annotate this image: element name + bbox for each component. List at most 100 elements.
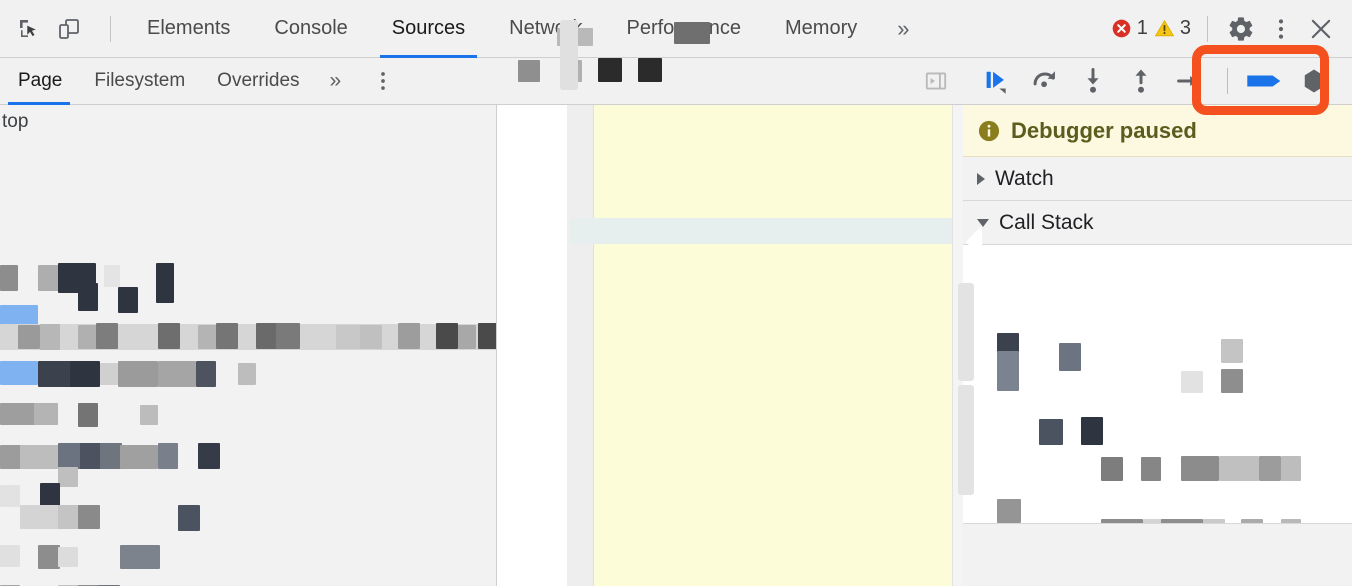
resume-script-execution-button[interactable] [975, 61, 1019, 101]
redacted-text-block [120, 545, 160, 569]
deactivate-breakpoints-button[interactable] [1244, 61, 1288, 101]
pause-on-exceptions-button[interactable] [1292, 61, 1336, 101]
redacted-text-block [276, 323, 300, 349]
redacted-text-block [158, 361, 196, 387]
redacted-text-block [38, 265, 60, 291]
debugger-toolbar [963, 58, 1352, 105]
redacted-text-block [178, 505, 200, 531]
redacted-text-block [156, 263, 174, 303]
redacted-text-block [100, 443, 122, 469]
panel-tabs: Elements Console Sources Network Perform… [125, 0, 927, 58]
redacted-text-block [256, 323, 278, 349]
redacted-text-block [118, 287, 138, 313]
watch-section-header[interactable]: Watch [963, 157, 1352, 201]
redacted-text-block [38, 361, 72, 387]
redacted-text-block [58, 443, 82, 469]
floating-handle-upper[interactable] [560, 20, 578, 90]
navigator-more-chevron-icon[interactable]: » [316, 69, 356, 93]
error-count: 1 [1136, 17, 1148, 39]
debugger-toolbar-divider [1227, 68, 1228, 94]
redacted-text-block [1181, 456, 1219, 481]
kebab-menu-icon[interactable] [1264, 12, 1298, 46]
tab-network[interactable]: Network [487, 0, 604, 58]
redacted-text-block [1059, 343, 1081, 371]
redacted-text-block [1221, 369, 1243, 393]
redacted-text-block [0, 265, 18, 291]
current-execution-line [570, 218, 963, 244]
editor-left-margin [497, 105, 569, 586]
redacted-text-block [70, 361, 100, 387]
inspect-element-icon[interactable] [16, 16, 42, 42]
watch-section-title: Watch [995, 166, 1054, 190]
redacted-text-block [0, 485, 20, 507]
redacted-text-block [0, 324, 496, 350]
step-over-button[interactable] [1023, 61, 1067, 101]
tab-memory[interactable]: Memory [763, 0, 879, 58]
redacted-text-block [1081, 417, 1103, 445]
redacted-text-block [118, 361, 158, 387]
step-into-button[interactable] [1071, 61, 1115, 101]
toolbar-left-icons [0, 15, 125, 42]
redacted-text-block [40, 324, 60, 350]
warning-counter[interactable]: 3 [1154, 17, 1191, 40]
redacted-text-block [336, 325, 360, 349]
warning-triangle-icon [1154, 19, 1175, 37]
error-counter[interactable]: 1 [1111, 17, 1148, 40]
redacted-text-block [216, 323, 238, 349]
subtab-filesystem[interactable]: Filesystem [78, 58, 201, 105]
error-circle-icon [1112, 19, 1131, 38]
more-tabs-chevron-icon[interactable]: » [879, 16, 927, 42]
redacted-text-block [58, 467, 78, 487]
tab-elements[interactable]: Elements [125, 0, 252, 58]
tab-performance[interactable]: Performance [605, 0, 764, 58]
redacted-text-block [120, 445, 158, 469]
redacted-text-block [140, 405, 158, 425]
tab-console[interactable]: Console [252, 0, 369, 58]
redacted-text-block [78, 505, 100, 529]
device-toolbar-icon[interactable] [56, 16, 82, 42]
redacted-text-block [478, 323, 496, 349]
redacted-text-block [198, 443, 220, 469]
redacted-text-block [997, 351, 1019, 391]
debugger-resize-handle-upper[interactable] [958, 283, 974, 381]
redacted-text-block [1181, 371, 1203, 393]
redacted-text-block [78, 325, 98, 349]
debugger-resize-handle-lower[interactable] [958, 385, 974, 495]
devtools-window: Elements Console Sources Network Perform… [0, 0, 1352, 586]
tab-sources[interactable]: Sources [370, 0, 487, 58]
redacted-text-block [198, 325, 218, 349]
redacted-text-block [1259, 456, 1281, 481]
step-button[interactable] [1167, 61, 1211, 101]
redacted-text-block [360, 325, 382, 349]
redacted-text-block [1101, 457, 1123, 481]
navigator-kebab-menu-icon[interactable] [355, 58, 411, 105]
navigator-tree-items[interactable] [0, 105, 496, 586]
editor-line-number-gutter[interactable] [567, 105, 594, 586]
redacted-text-block [78, 283, 98, 311]
redacted-text-block [58, 547, 78, 567]
paused-message: Debugger paused [1011, 117, 1197, 143]
redacted-text-block [78, 403, 98, 427]
chevron-right-icon [977, 172, 985, 185]
subtab-page[interactable]: Page [0, 58, 78, 105]
redacted-text-block [1281, 456, 1301, 481]
redacted-text-block [0, 361, 38, 385]
toolbar-divider [110, 15, 111, 42]
info-icon [978, 120, 1000, 141]
subtab-overrides[interactable]: Overrides [201, 58, 315, 105]
redacted-text-block [1219, 456, 1259, 481]
subtoolbars: Page Filesystem Overrides » [0, 58, 1352, 105]
step-out-button[interactable] [1119, 61, 1163, 101]
gear-icon[interactable] [1224, 12, 1258, 46]
redacted-text-block [38, 545, 60, 569]
navigator-subtoolbar: Page Filesystem Overrides » [0, 58, 497, 105]
navigator-file-tree[interactable]: top [0, 105, 497, 586]
show-navigator-icon[interactable] [923, 68, 949, 94]
editor-paused-background [570, 105, 963, 586]
redacted-text-block [997, 499, 1021, 523]
redacted-text-block [398, 323, 420, 349]
close-icon[interactable] [1304, 12, 1338, 46]
redacted-text-block [158, 323, 180, 349]
warning-count: 3 [1179, 17, 1191, 39]
source-code-editor[interactable] [497, 105, 963, 586]
